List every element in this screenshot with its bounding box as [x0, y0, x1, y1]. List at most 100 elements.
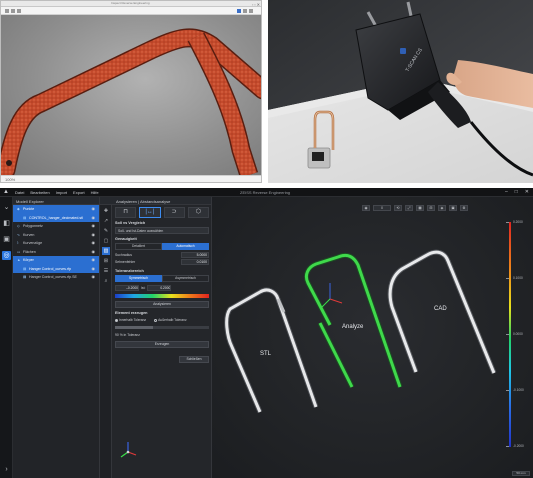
analyze-hanger[interactable] [303, 252, 403, 389]
scan-mesh-screenshot: Inspect Reverse Engineering ▫▫✕ 100% [0, 0, 262, 183]
toolbar-button[interactable] [17, 9, 21, 13]
legend-label: 0.2000 [513, 220, 523, 224]
measure-icon[interactable]: ↗ [102, 217, 110, 225]
close-button[interactable]: ✕ [525, 189, 529, 195]
explorer-row-label: Kurvenzüge [23, 241, 43, 245]
menu-item[interactable]: Import [56, 190, 67, 195]
mode-button[interactable]: ⊃ [163, 207, 185, 218]
visibility-icon[interactable]: ◉ [92, 222, 96, 231]
create-button[interactable]: Erzeugen [115, 341, 209, 348]
explorer-row[interactable]: ◇ Polygonnetz ◉ [13, 222, 99, 231]
mode-button[interactable]: ⊓ [115, 207, 137, 218]
explorer-row-label: Polygonnetz [23, 224, 43, 228]
chart-icon[interactable]: ▥ [102, 247, 110, 255]
visibility-icon[interactable]: ◉ [92, 214, 96, 223]
toggle-option[interactable]: Detailiert [115, 243, 162, 250]
explorer-row-label: Punkte [23, 207, 35, 211]
scan-window-title: Inspect Reverse Engineering [111, 1, 150, 5]
scan-icon[interactable]: ◎ [2, 251, 11, 260]
pin-icon[interactable]: ✚ [102, 207, 110, 215]
explorer-row[interactable]: ∿ Kurven ◉ [13, 231, 99, 240]
visibility-icon[interactable]: ◉ [92, 273, 96, 282]
pen-icon[interactable]: ✎ [102, 227, 110, 235]
tree-node-icon: ◆ [17, 207, 20, 211]
accuracy-toggle: Detailiert Automatisch [115, 243, 209, 250]
explorer-row[interactable]: ▤ Hanger Control_curves.rfp ◉ [13, 264, 99, 274]
grid-icon[interactable]: ⊞ [102, 257, 110, 265]
analysis-header: Analysieren | Abstandsanalyse [100, 197, 211, 205]
visibility-icon[interactable]: ◉ [92, 231, 96, 240]
visibility-icon[interactable]: ◉ [92, 205, 96, 214]
mode-button[interactable]: |↔| [139, 207, 161, 218]
visibility-icon[interactable]: ◉ [92, 256, 96, 265]
analysis-title: Analysieren | Abstandsanalyse [116, 199, 171, 204]
3d-viewport[interactable]: ◉ 0 ⟲ ⤢ ▦ ⊟ ◈ ▣ ⚙ STL Analyze CAD 0.2000… [212, 197, 533, 478]
scale-indicator: 50 mm [512, 471, 530, 476]
menu-item[interactable]: Bearbeiten [30, 190, 49, 195]
analyse-button[interactable]: Analysieren [115, 301, 209, 308]
tree-node-icon: ▤ [23, 266, 27, 271]
toolbar-button[interactable] [11, 9, 15, 13]
explorer-row[interactable]: ▤ CONTROL_hanger_decimated.stl ◉ [13, 213, 99, 223]
toolbar-button[interactable] [243, 9, 247, 13]
mode-button[interactable]: ⬡ [187, 207, 209, 218]
toggle-option[interactable]: Asymmetrisch [162, 275, 209, 282]
toolbar-button[interactable] [237, 9, 241, 13]
chord-error-label: Sehnenfehler [115, 260, 136, 264]
menu-item[interactable]: Datei [15, 190, 24, 195]
scan-window-toolbar [1, 7, 261, 15]
radio-outside[interactable]: Außerhalb Toleranz [154, 317, 187, 324]
maximize-button[interactable]: □ [515, 189, 518, 195]
frame-icon[interactable]: ▢ [102, 237, 110, 245]
stl-hanger[interactable] [224, 287, 319, 413]
tolerance-mid-label: Ist: [141, 285, 146, 290]
visibility-icon[interactable]: ◉ [92, 248, 96, 257]
explorer-row[interactable]: ◆ Punkte ◉ [13, 205, 99, 214]
tolerance-toggle: Symmetrisch Asymmetrisch [115, 275, 209, 282]
toggle-option[interactable]: Symmetrisch [115, 275, 162, 282]
tree-node-icon: ▭ [17, 249, 21, 254]
tree-node-icon: ∿ [17, 232, 21, 237]
layers-icon[interactable]: ▣ [2, 235, 11, 244]
search-radius-row: Suchradius [115, 252, 209, 259]
analyze-label: Analyze [342, 324, 364, 330]
toggle-option[interactable]: Automatisch [162, 243, 209, 250]
analysis-content: ⊓ |↔| ⊃ ⬡ Soll vs Vergleich Soll- und Is… [112, 205, 212, 478]
explorer-row[interactable]: ▤ Hanger Control_curves.rfp.SE ◉ [13, 273, 99, 282]
explorer-row[interactable]: ▭ Flächen ◉ [13, 248, 99, 257]
window-controls: – □ ✕ [505, 189, 529, 195]
chevron-down-icon[interactable]: ⌄ [2, 203, 11, 212]
visibility-icon[interactable]: ◉ [92, 239, 96, 248]
mode-row: ⊓ |↔| ⊃ ⬡ [115, 207, 209, 218]
menu-item[interactable]: Export [73, 190, 85, 195]
reference-select[interactable]: Soll- und Ist-Daten auswählen [115, 227, 209, 234]
explorer-row[interactable]: ⌇ Kurvenzüge ◉ [13, 239, 99, 248]
scan-viewport[interactable] [1, 15, 261, 180]
explorer-row[interactable]: ▲ Körper ◉ [13, 256, 99, 265]
tolerance-slider[interactable] [115, 326, 209, 329]
app-titlebar: ▲ Datei Bearbeiten Import Export Hilfe Z… [0, 188, 533, 197]
legend-tick [506, 446, 509, 447]
search-radius-input[interactable] [181, 252, 209, 258]
slider-label-row: 90 % in Toleranz [115, 332, 209, 339]
tolerance-row: Ist: [115, 284, 209, 291]
close-panel-button[interactable]: Schließen [179, 356, 209, 363]
minimize-button[interactable]: – [505, 189, 508, 195]
search-icon[interactable]: ⌕ [102, 277, 110, 285]
toolbar-button[interactable] [249, 9, 253, 13]
radio-inside[interactable]: Innerhalb Toleranz [115, 317, 146, 324]
expand-icon[interactable]: › [2, 465, 11, 474]
tolerance-min-input[interactable] [115, 284, 139, 291]
visibility-icon[interactable]: ◉ [92, 265, 96, 274]
chord-error-input[interactable] [181, 259, 209, 265]
sliders-icon[interactable]: ☰ [102, 267, 110, 275]
cube-icon[interactable]: ◧ [2, 219, 11, 228]
tolerance-max-input[interactable] [147, 284, 172, 291]
radio-row: Innerhalb Toleranz Außerhalb Toleranz [115, 317, 209, 324]
cad-hanger[interactable] [387, 249, 497, 374]
menu-item[interactable]: Hilfe [91, 190, 99, 195]
toolbar-button[interactable] [5, 9, 9, 13]
legend-label: -0.1000 [513, 388, 524, 392]
radio-label: Innerhalb Toleranz [119, 318, 147, 322]
axis-triad-icon [120, 442, 137, 458]
